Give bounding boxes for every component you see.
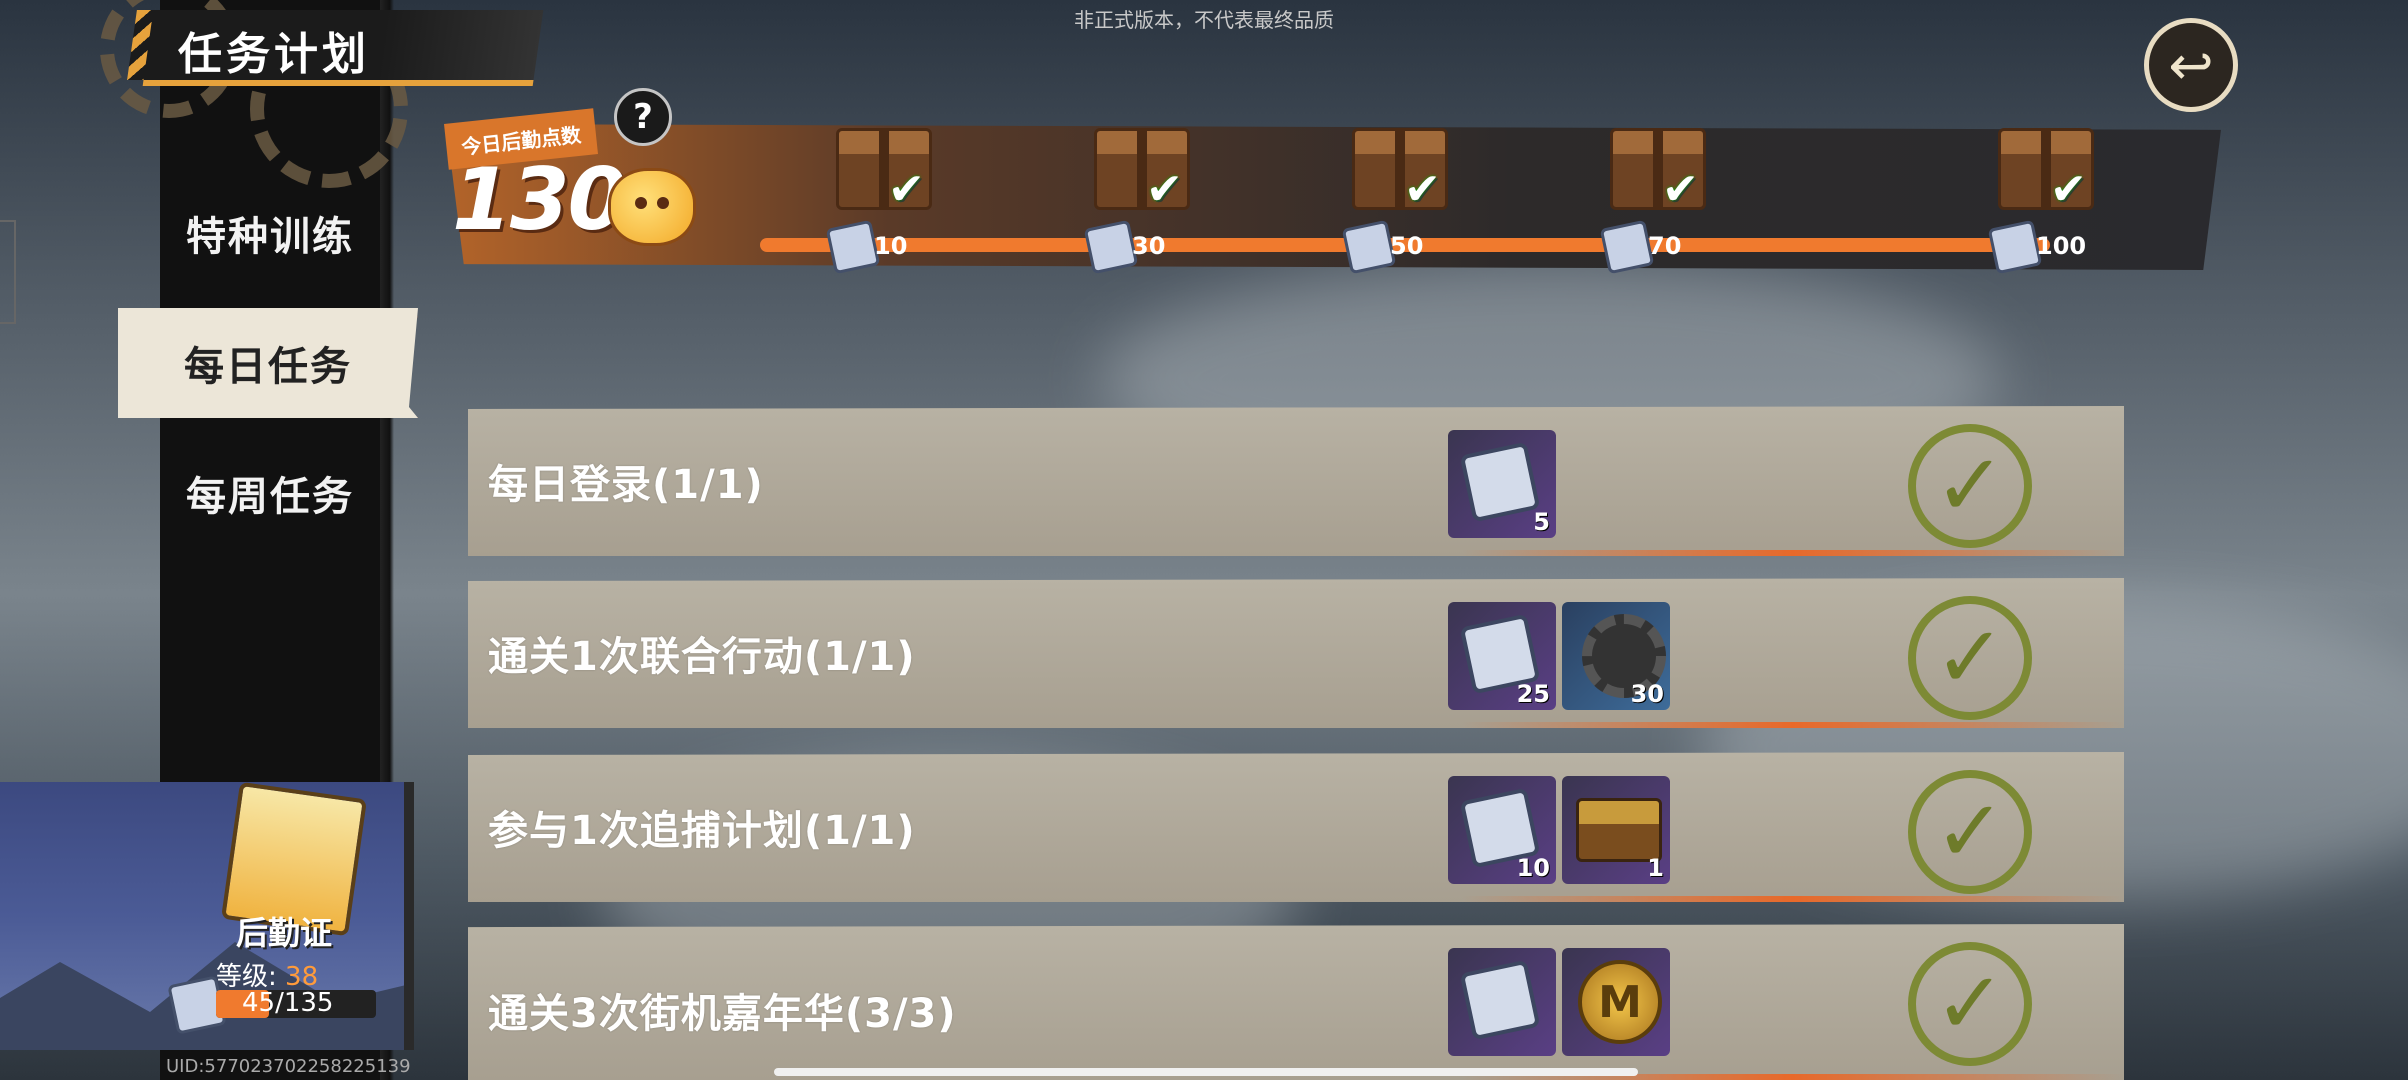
reward-item[interactable]: 25 [1448, 602, 1556, 710]
tab-label: 每日任务 [184, 344, 352, 390]
card-progress-text: 45/135 [242, 988, 334, 1018]
logistics-ticket-icon [1987, 219, 2043, 275]
reward-item[interactable]: 10 [1448, 776, 1556, 884]
task-row[interactable]: 通关1次联合行动(1/1) 25 30 ✓ [468, 578, 2124, 728]
reward-count: 10 [1516, 854, 1550, 882]
today-points-value: 130 [452, 150, 628, 250]
milestone-value: 50 [1390, 232, 1424, 260]
milestone-reward[interactable]: ✔ 50 [1341, 128, 1452, 275]
claimed-check-icon: ✔ [888, 164, 925, 215]
reward-item[interactable]: 5 [1448, 430, 1556, 538]
task-row[interactable]: 每日登录(1/1) 5 ✓ [468, 406, 2124, 556]
mascot-icon [608, 168, 696, 246]
reward-count: 30 [1630, 680, 1664, 708]
milestone-value: 100 [2036, 232, 2087, 260]
logistics-ticket-icon [1341, 219, 1397, 275]
back-button[interactable]: ↩ [2144, 18, 2238, 112]
reward-count: 25 [1516, 680, 1550, 708]
completed-check-icon: ✓ [1908, 770, 2032, 894]
logistics-ticket-icon [1599, 219, 1655, 275]
completed-check-icon: ✓ [1908, 596, 2032, 720]
claimed-check-icon: ✔ [1146, 164, 1183, 215]
logistics-ticket-icon [1459, 441, 1541, 523]
reward-count: 1 [1647, 854, 1664, 882]
user-id: UID:577023702258225139 [166, 1056, 411, 1077]
reward-item[interactable]: 30 [1562, 602, 1670, 710]
tab-weekly-tasks[interactable]: 每周任务 [120, 438, 420, 548]
milestone-value: 10 [874, 232, 908, 260]
tab-special-training[interactable]: 特种训练 [120, 178, 420, 288]
page-title: 任务计划 [178, 29, 370, 80]
logistics-ticket-icon [1083, 219, 1139, 275]
side-edge-handle [0, 220, 16, 324]
task-name: 参与1次追捕计划(1/1) [488, 808, 916, 854]
milestone-reward[interactable]: ✔ 100 [1987, 128, 2098, 275]
milestone-reward[interactable]: ✔ 30 [1083, 128, 1194, 275]
task-name: 通关1次联合行动(1/1) [488, 634, 916, 680]
reward-item[interactable] [1448, 948, 1556, 1056]
logistics-ticket-icon [1459, 959, 1541, 1041]
tab-label: 每周任务 [186, 474, 354, 520]
task-name: 通关3次街机嘉年华(3/3) [488, 991, 957, 1037]
card-title: 后勤证 [236, 914, 333, 952]
tab-label: 特种训练 [186, 214, 354, 260]
tab-daily-tasks[interactable]: 每日任务 [118, 308, 418, 418]
reward-item[interactable]: 1 [1562, 776, 1670, 884]
completed-check-icon: ✓ [1908, 942, 2032, 1066]
reward-item[interactable]: M [1562, 948, 1670, 1056]
coin-icon: M [1578, 960, 1662, 1044]
reward-count: 5 [1533, 508, 1550, 536]
help-button[interactable]: ? [614, 88, 672, 146]
milestone-reward[interactable]: ✔ 10 [825, 128, 936, 275]
task-name: 每日登录(1/1) [488, 462, 764, 508]
claimed-check-icon: ✔ [2050, 164, 2087, 215]
completed-check-icon: ✓ [1908, 424, 2032, 548]
home-indicator[interactable] [774, 1068, 1638, 1076]
treasure-chest-icon [1576, 798, 1662, 862]
claimed-check-icon: ✔ [1404, 164, 1441, 215]
milestone-value: 70 [1648, 232, 1682, 260]
logistics-ticket-icon [825, 219, 881, 275]
card-progress-bar: 45/135 [216, 988, 376, 1018]
milestone-value: 30 [1132, 232, 1166, 260]
claimed-check-icon: ✔ [1662, 164, 1699, 215]
task-row[interactable]: 参与1次追捕计划(1/1) 10 1 ✓ [468, 752, 2124, 902]
task-row[interactable]: 通关3次街机嘉年华(3/3) M ✓ [468, 924, 2124, 1080]
back-arrow-icon: ↩ [2168, 33, 2214, 97]
milestone-reward[interactable]: ✔ 70 [1599, 128, 1710, 275]
